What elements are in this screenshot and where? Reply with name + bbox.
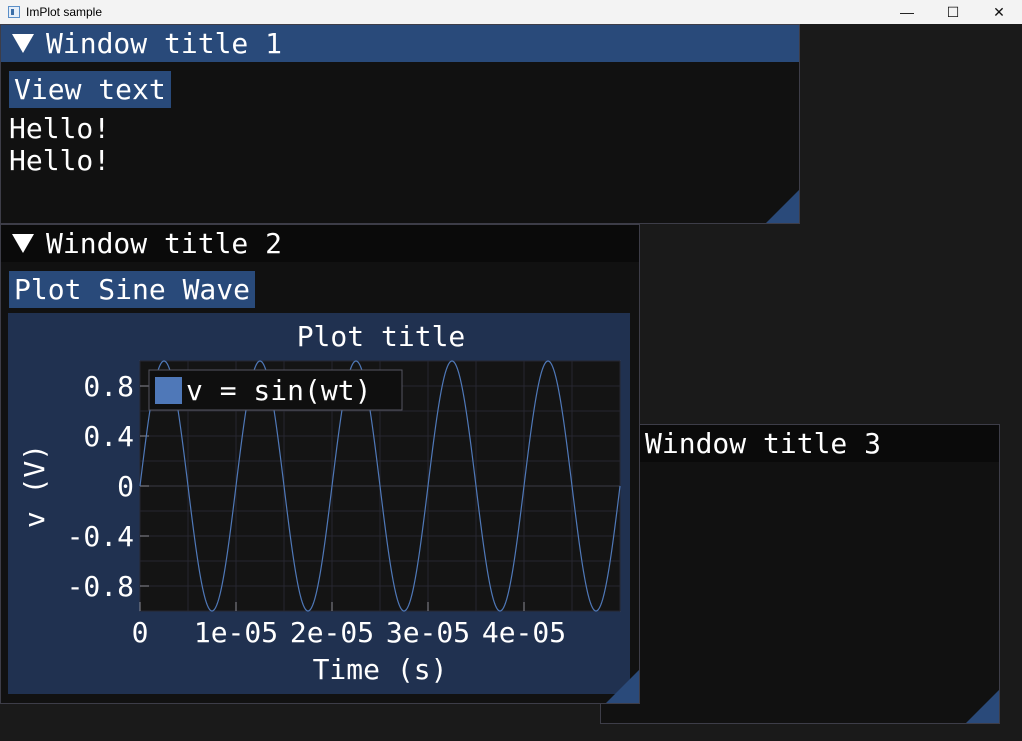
x-tick-label: 4e-05 bbox=[482, 616, 566, 649]
x-tick-label: 1e-05 bbox=[194, 616, 278, 649]
hello-text-2: Hello! bbox=[9, 144, 111, 177]
y-tick-label: -0.8 bbox=[67, 570, 134, 603]
os-title-bar: ImPlot sample — ☐ ✕ bbox=[0, 0, 1022, 24]
resize-grip-icon[interactable] bbox=[766, 190, 799, 223]
collapse-arrow-icon[interactable] bbox=[12, 34, 34, 53]
x-axis-label: Time (s) bbox=[313, 653, 448, 686]
plot-frame[interactable]: Plot title 0.8 0.4 0 -0.4 -0.8 0 1e-05 2e-05 3e… bbox=[8, 313, 630, 694]
x-tick-label: 3e-05 bbox=[386, 616, 470, 649]
x-tick-label: 0 bbox=[132, 616, 149, 649]
window-3-title: Window title 3 bbox=[645, 427, 882, 460]
x-tick-label: 2e-05 bbox=[290, 616, 374, 649]
plot-sine-wave-button[interactable]: Plot Sine Wave bbox=[9, 271, 256, 308]
legend[interactable]: v = sin(wt) bbox=[148, 369, 403, 411]
os-window-title: ImPlot sample bbox=[26, 5, 103, 19]
window-3[interactable]: Window title 3 bbox=[600, 424, 1000, 724]
collapse-arrow-icon[interactable] bbox=[12, 234, 34, 253]
window-2-title: Window title 2 bbox=[46, 227, 283, 260]
hello-text-1: Hello! bbox=[9, 112, 111, 145]
y-tick-label: 0 bbox=[117, 470, 134, 503]
window-1-title-bar[interactable]: Window title 1 bbox=[1, 25, 799, 62]
view-text-button[interactable]: View text bbox=[9, 71, 171, 108]
legend-swatch[interactable] bbox=[155, 377, 182, 404]
y-tick-label: 0.4 bbox=[83, 420, 134, 453]
resize-grip-icon[interactable] bbox=[966, 690, 999, 723]
close-icon[interactable]: ✕ bbox=[976, 0, 1022, 24]
maximize-icon[interactable]: ☐ bbox=[930, 0, 976, 24]
window-1[interactable]: Window title 1 View text Hello! Hello! bbox=[0, 24, 800, 224]
window-2[interactable]: Window title 2 Plot Sine Wave Plot title… bbox=[0, 224, 640, 704]
app-icon bbox=[8, 6, 20, 18]
y-tick-label: -0.4 bbox=[67, 520, 134, 553]
window-2-title-bar[interactable]: Window title 2 bbox=[1, 225, 639, 262]
y-axis-label: v (V) bbox=[18, 444, 51, 528]
window-3-title-bar[interactable]: Window title 3 bbox=[601, 425, 999, 462]
plot-title: Plot title bbox=[297, 320, 466, 353]
legend-label: v = sin(wt) bbox=[186, 374, 371, 407]
minimize-icon[interactable]: — bbox=[884, 0, 930, 24]
plot-canvas[interactable]: Plot title 0.8 0.4 0 -0.4 -0.8 0 1e-05 2e-05 3e… bbox=[8, 313, 630, 694]
resize-grip-icon[interactable] bbox=[606, 670, 639, 703]
y-tick-label: 0.8 bbox=[83, 370, 134, 403]
window-1-title: Window title 1 bbox=[46, 27, 283, 60]
